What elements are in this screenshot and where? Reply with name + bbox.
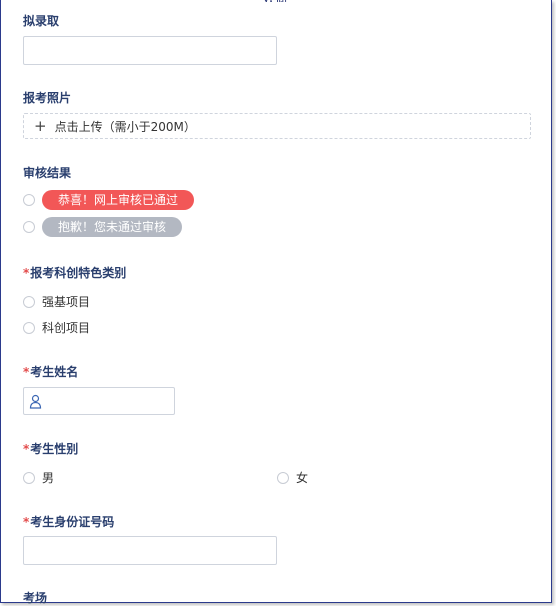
- id-number-label: *考生身份证号码: [23, 515, 115, 529]
- review-option-fail[interactable]: 抱歉！您未通过审核: [23, 217, 183, 237]
- name-input[interactable]: [23, 387, 175, 415]
- category-label: *报考科创特色类别: [23, 266, 127, 280]
- option-label: 男: [42, 471, 55, 485]
- form-frame: 欢迎 拟录取 报考照片 + 点击上传（需小于200M） 审核结果 恭喜！网上审核…: [0, 0, 552, 605]
- option-label: 女: [296, 471, 309, 485]
- person-icon: [29, 394, 42, 409]
- plus-icon: +: [34, 116, 47, 135]
- review-option-pass[interactable]: 恭喜！网上审核已通过: [23, 190, 195, 210]
- category-option-kechuang[interactable]: 科创项目: [23, 319, 90, 336]
- radio-circle[interactable]: [23, 471, 35, 484]
- category-option-qiangji[interactable]: 强基项目: [23, 293, 90, 310]
- required-mark: *: [23, 515, 30, 529]
- upload-text: 点击上传（需小于200M）: [54, 119, 196, 134]
- radio-circle[interactable]: [23, 295, 35, 308]
- gender-option-female[interactable]: 女: [277, 469, 308, 486]
- required-mark: *: [23, 365, 30, 379]
- pass-pill: 恭喜！网上审核已通过: [42, 190, 195, 210]
- review-label: 审核结果: [23, 166, 72, 180]
- radio-circle[interactable]: [23, 321, 35, 334]
- venue-label: 考场: [23, 591, 48, 605]
- name-label: *考生姓名: [23, 365, 79, 379]
- option-label: 强基项目: [42, 295, 91, 309]
- radio-circle[interactable]: [277, 471, 289, 484]
- photo-upload-button[interactable]: + 点击上传（需小于200M）: [23, 113, 531, 139]
- required-mark: *: [23, 442, 30, 456]
- photo-label: 报考照片: [23, 91, 72, 105]
- gender-option-male[interactable]: 男: [23, 469, 54, 486]
- id-number-input[interactable]: [23, 536, 277, 565]
- option-label: 科创项目: [42, 321, 91, 335]
- gender-label: *考生性别: [23, 442, 79, 456]
- admission-label: 拟录取: [23, 14, 60, 28]
- radio-circle[interactable]: [23, 194, 35, 206]
- admission-input[interactable]: [23, 36, 277, 65]
- cut-off-title: 欢迎: [263, 0, 287, 2]
- required-mark: *: [23, 266, 30, 280]
- fail-pill: 抱歉！您未通过审核: [42, 217, 183, 237]
- radio-circle[interactable]: [23, 221, 35, 233]
